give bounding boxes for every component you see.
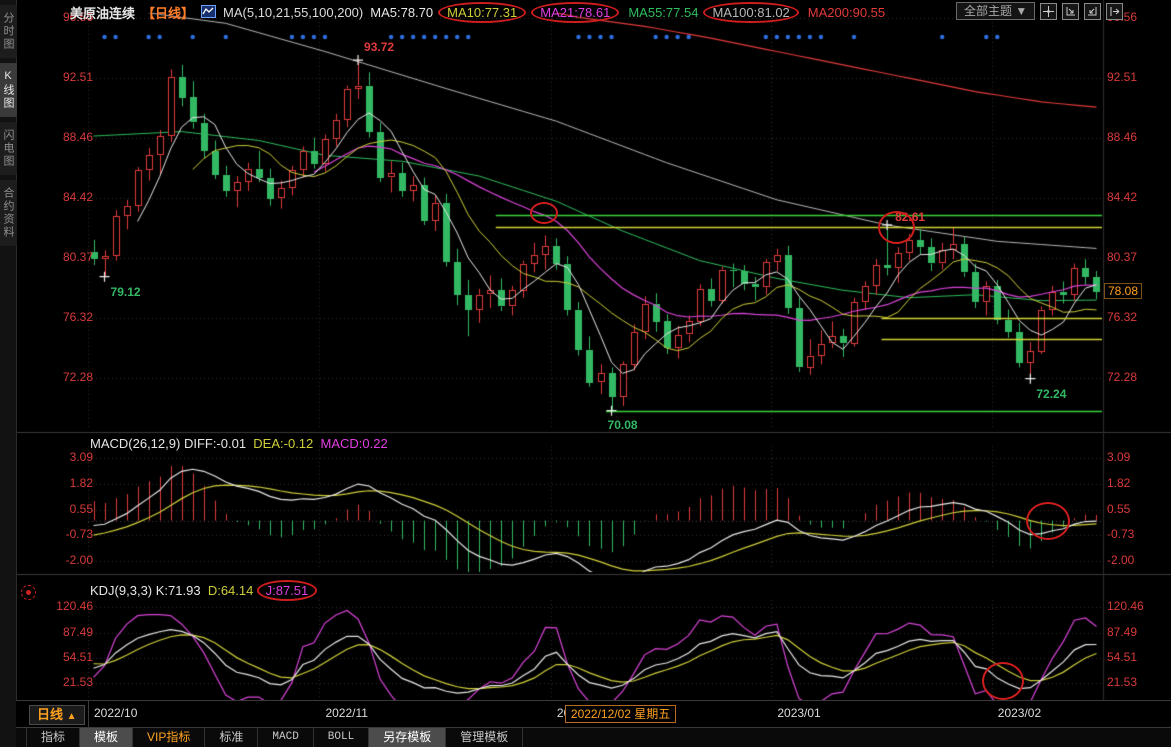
toolbar-tab-7[interactable]: 管理模板 bbox=[446, 728, 523, 747]
kdj-settings-label: KDJ(9,3,3) bbox=[90, 583, 152, 598]
markup-circle-ma21-cross bbox=[530, 202, 558, 224]
date-axis-row: 日线 ▲ 2022/102022/112022/122023/012023/02… bbox=[16, 700, 1171, 728]
period-tag: 【日线】 bbox=[142, 3, 194, 22]
pan-cross-icon[interactable] bbox=[1040, 3, 1057, 20]
shift-right-icon[interactable] bbox=[1106, 3, 1123, 20]
toolbar-tab-3[interactable]: 标准 bbox=[205, 728, 258, 747]
ma-value-4: MA100:81.02 bbox=[703, 2, 798, 23]
chart-header: 美原油连续 【日线】 MA(5,10,21,55,100,200) MA5:78… bbox=[70, 3, 894, 22]
markup-circle-8261-high bbox=[878, 211, 915, 244]
toolbar-tab-5[interactable]: BOLL bbox=[314, 728, 369, 747]
month-label: 2023/01 bbox=[777, 706, 820, 720]
ma-settings-label: MA(5,10,21,55,100,200) bbox=[223, 5, 363, 20]
top-right-controls: 全部主题 ▼ bbox=[956, 2, 1123, 20]
sidebar-tab-0[interactable]: 分时图 bbox=[0, 5, 17, 58]
toolbar-tab-4[interactable]: MACD bbox=[258, 728, 313, 747]
scale-right-axis-icon[interactable] bbox=[1084, 3, 1101, 20]
kdj-alert-icon[interactable] bbox=[21, 585, 36, 600]
kdj-d-value: D:64.14 bbox=[208, 583, 254, 598]
toolbar-tab-0[interactable]: 指标 bbox=[26, 728, 80, 747]
period-button-wrap: 日线 ▲ bbox=[16, 701, 89, 728]
ma-value-0: MA5:78.70 bbox=[370, 5, 433, 20]
kdj-j-value: J:87.51 bbox=[257, 580, 318, 601]
kdj-k-value: K:71.93 bbox=[156, 583, 201, 598]
period-selector-button[interactable]: 日线 ▲ bbox=[29, 705, 85, 725]
markup-circle-macd-cross bbox=[1026, 502, 1070, 540]
month-label: 2022/10 bbox=[94, 706, 137, 720]
macd-dea-value: DEA:-0.12 bbox=[253, 436, 313, 451]
toolbar-tab-1[interactable]: 模板 bbox=[80, 728, 133, 747]
macd-diff-value: DIFF:-0.01 bbox=[184, 436, 246, 451]
symbol-title: 美原油连续 bbox=[70, 3, 135, 22]
ma-values: MA5:78.70 MA10:77.31MA21:78.61 MA55:77.54 M… bbox=[370, 5, 894, 20]
toolbar-tab-6[interactable]: 另存模板 bbox=[369, 728, 446, 747]
macd-hist-value: MACD:0.22 bbox=[321, 436, 388, 451]
ma-value-5: MA200:90.55 bbox=[808, 5, 885, 20]
scale-left-axis-icon[interactable] bbox=[1062, 3, 1079, 20]
left-sidebar: 分时图 K线图闪电图合约资料 bbox=[0, 0, 17, 747]
sidebar-tab-2[interactable]: 闪电图 bbox=[0, 122, 17, 175]
ma-value-3: MA55:77.54 bbox=[628, 5, 698, 20]
crosshair-date-tooltip: 2022/12/02 星期五 bbox=[565, 705, 676, 723]
toolbar-tab-2[interactable]: VIP指标 bbox=[133, 728, 205, 747]
sidebar-tab-1[interactable]: K线图 bbox=[0, 63, 17, 117]
kdj-panel-header: KDJ(9,3,3) K:71.93 D:64.14 J:87.51 bbox=[90, 583, 313, 598]
month-label: 2022/11 bbox=[325, 706, 368, 720]
bottom-toolbar: 指标模板VIP指标标准MACDBOLL另存模板管理模板 bbox=[16, 727, 1171, 747]
markup-circle-kdj-cross bbox=[982, 662, 1024, 700]
indicator-chart-icon bbox=[201, 5, 216, 21]
macd-settings-label: MACD(26,12,9) bbox=[90, 436, 180, 451]
last-price-tag: 78.08 bbox=[1104, 283, 1142, 299]
ma-value-1: MA10:77.31 bbox=[438, 2, 526, 23]
macd-panel-header: MACD(26,12,9) DIFF:-0.01 DEA:-0.12 MACD:… bbox=[90, 436, 388, 451]
month-label: 2023/02 bbox=[998, 706, 1041, 720]
theme-dropdown-button[interactable]: 全部主题 ▼ bbox=[956, 2, 1035, 20]
ma-value-2: MA21:78.61 bbox=[531, 2, 619, 23]
sidebar-tab-3[interactable]: 合约资料 bbox=[0, 180, 17, 246]
trading-app-window: 分时图 K线图闪电图合约资料 美原油连续 【日线】 MA(5,10,21,55,1… bbox=[0, 0, 1171, 747]
